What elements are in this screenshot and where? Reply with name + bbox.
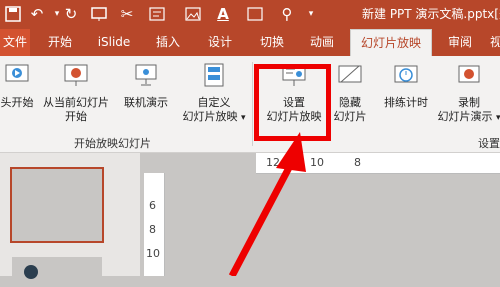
annotation-arrow — [228, 132, 306, 276]
